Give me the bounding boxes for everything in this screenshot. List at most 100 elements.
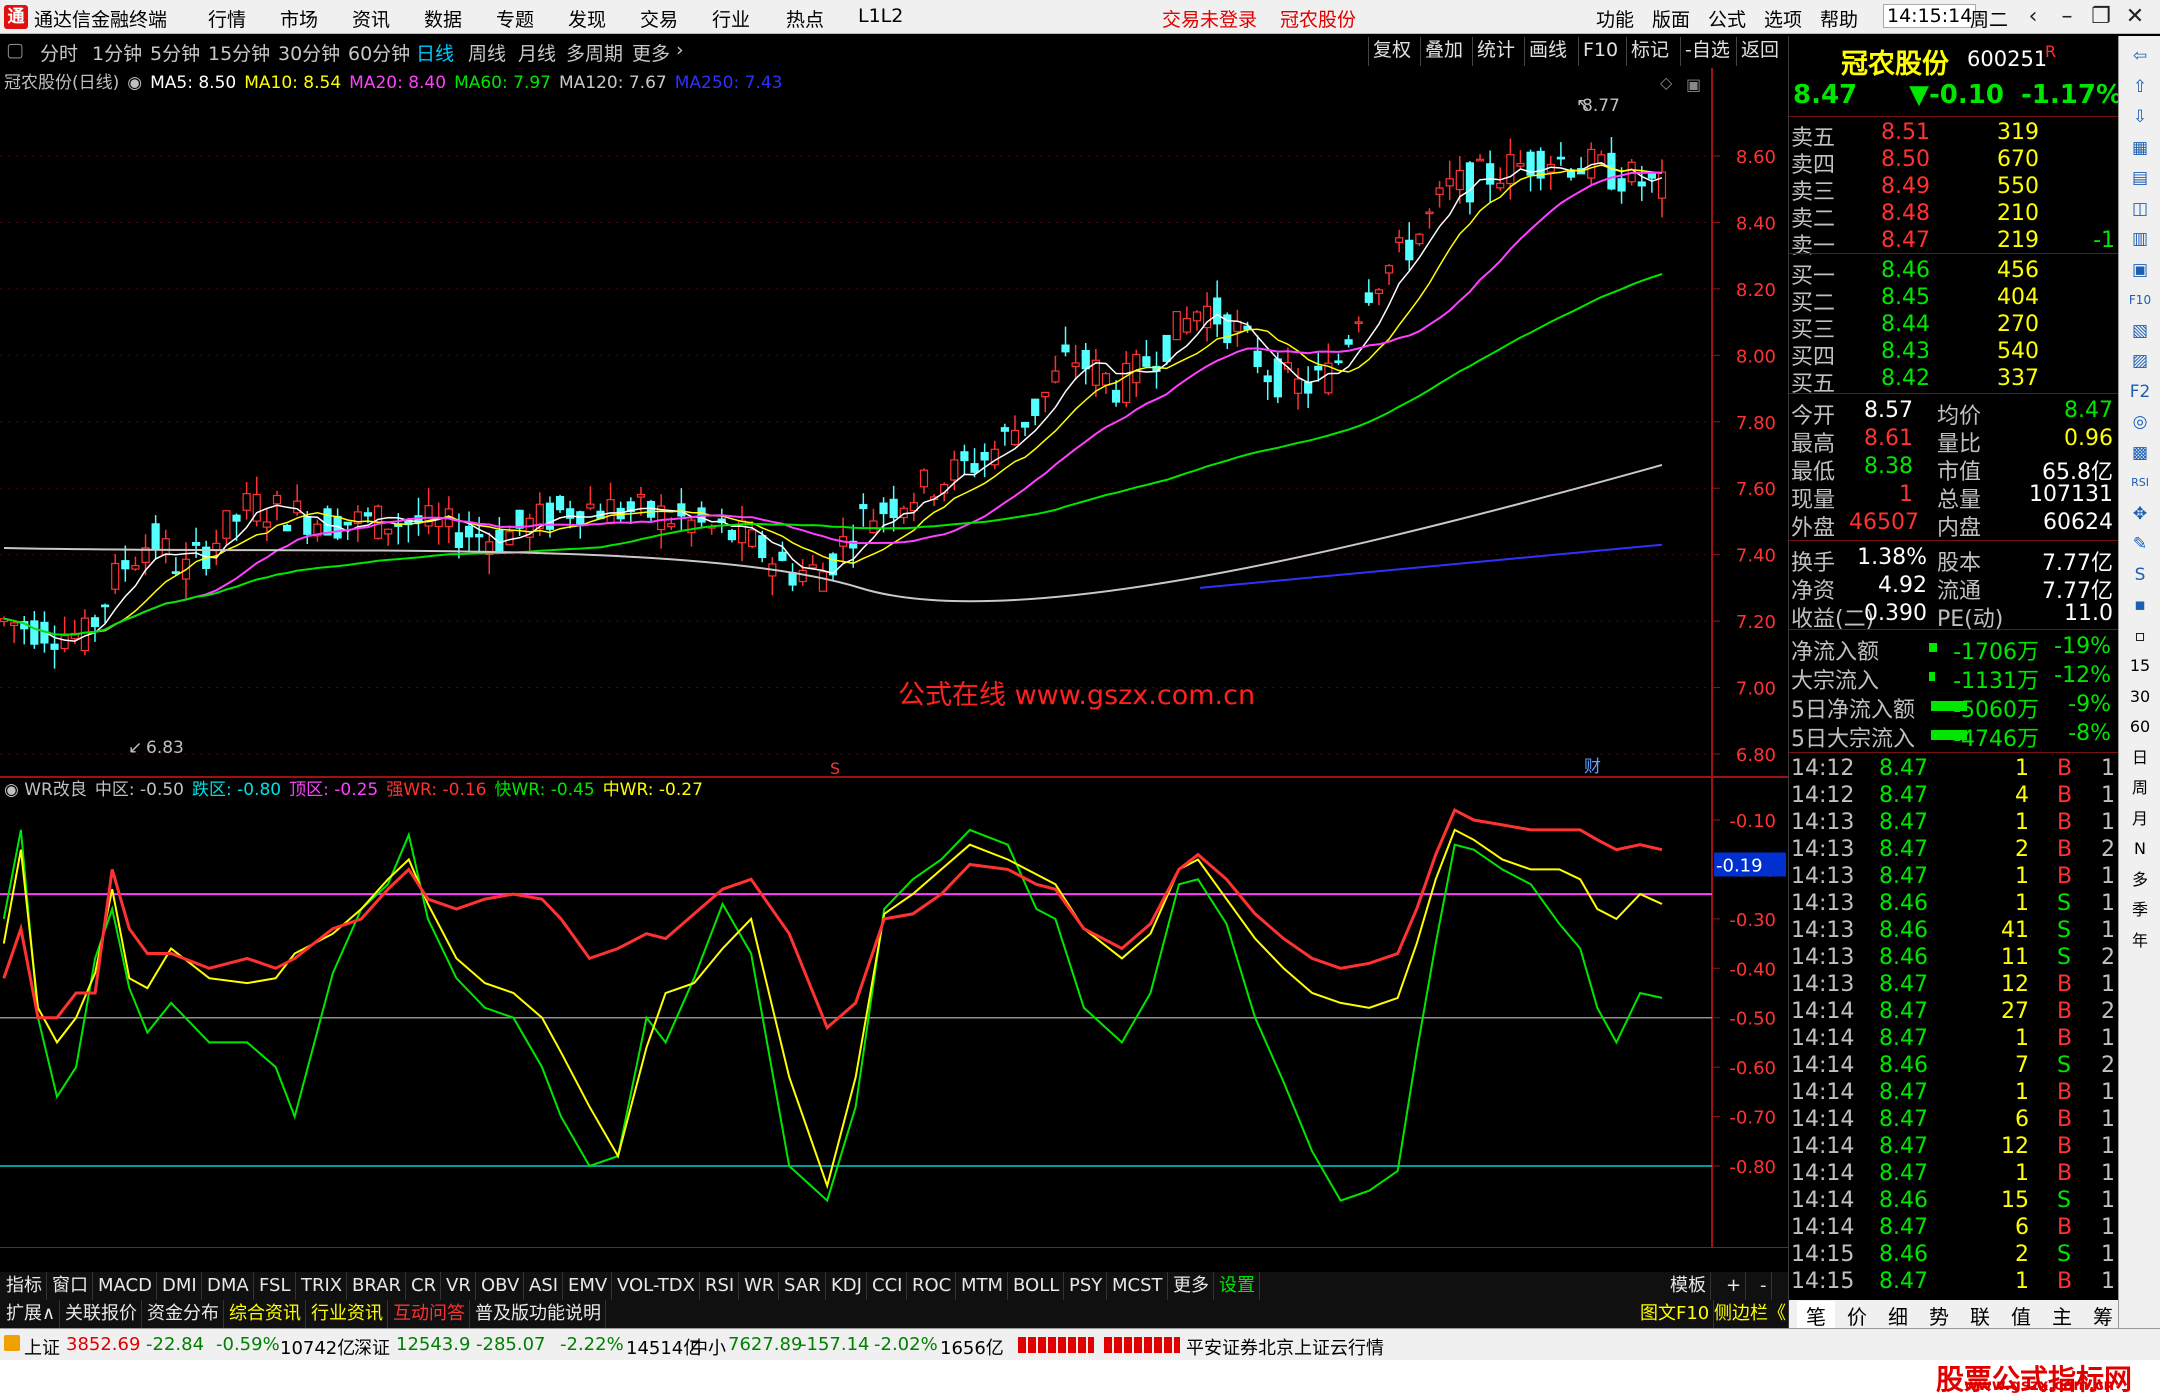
indicator-tab-8[interactable]: CR: [407, 1272, 442, 1300]
indicator-tab-13[interactable]: VOL-TDX: [613, 1272, 700, 1300]
sidebar-toggle-button[interactable]: 侧边栏《: [1710, 1300, 1791, 1328]
sidebar-icon-1[interactable]: ⇧: [2124, 71, 2156, 103]
f10-button[interactable]: 图文F10: [1636, 1300, 1715, 1328]
menu-5[interactable]: 发现: [568, 5, 606, 32]
indicator-tab-23[interactable]: MCST: [1108, 1272, 1168, 1300]
sz-index-name[interactable]: 深证: [354, 1334, 390, 1360]
menu-icon[interactable]: ▢: [6, 39, 24, 61]
indicator-tab-1[interactable]: 窗口: [48, 1272, 93, 1300]
sidebar-icon-11[interactable]: F2: [2124, 376, 2156, 408]
toolbar-btn-4[interactable]: F10: [1578, 37, 1622, 66]
sidebar-icon-20[interactable]: 15: [2124, 650, 2156, 682]
extension-tab-4[interactable]: 行业资讯: [307, 1300, 388, 1328]
sidebar-icon-25[interactable]: 月: [2124, 803, 2156, 835]
indicator-tab-11[interactable]: ASI: [525, 1272, 564, 1300]
indicator-tab-0[interactable]: 指标: [2, 1272, 47, 1300]
sidebar-icon-9[interactable]: ▧: [2124, 315, 2156, 347]
period-tab-9[interactable]: 多周期: [566, 39, 623, 66]
indicator-tab-22[interactable]: PSY: [1065, 1272, 1108, 1300]
period-tab-1[interactable]: 1分钟: [92, 39, 142, 66]
quote-tab-4[interactable]: 联: [1961, 1301, 1999, 1330]
sidebar-icon-14[interactable]: RSI: [2124, 467, 2156, 499]
sidebar-icon-18[interactable]: ▪: [2124, 589, 2156, 621]
sidebar-icon-10[interactable]: ▨: [2124, 345, 2156, 377]
sidebar-icon-19[interactable]: ▫: [2124, 620, 2156, 652]
indicator-tab-15[interactable]: WR: [740, 1272, 780, 1300]
menu-6[interactable]: 交易: [640, 5, 678, 32]
chart-settings-icon[interactable]: ◇: [1660, 73, 1673, 92]
right-menu-4[interactable]: 帮助: [1820, 5, 1858, 32]
sidebar-icon-23[interactable]: 日: [2124, 742, 2156, 774]
extension-tab-6[interactable]: 普及版功能说明: [471, 1300, 606, 1328]
toolbar-btn-7[interactable]: 返回: [1736, 37, 1783, 66]
toolbar-btn-0[interactable]: 复权: [1368, 37, 1415, 66]
indicator-tab-5[interactable]: FSL: [255, 1272, 296, 1300]
quote-tab-7[interactable]: 筹: [2084, 1301, 2122, 1330]
right-menu-3[interactable]: 选项: [1764, 5, 1802, 32]
extension-tab-0[interactable]: 扩展∧: [2, 1300, 61, 1328]
indicator-tab-9[interactable]: VR: [442, 1272, 476, 1300]
right-menu-2[interactable]: 公式: [1708, 5, 1746, 32]
indicator-tab-18[interactable]: CCI: [868, 1272, 908, 1300]
menu-8[interactable]: 热点: [786, 5, 824, 32]
back-icon[interactable]: ‹: [2016, 2, 2050, 32]
sidebar-icon-4[interactable]: ▤: [2124, 162, 2156, 194]
chart-svg[interactable]: 8.60 8.40 8.20 8.00 7.80 7.60 7.40 7.20 7.00 6.80…: [0, 68, 1788, 1269]
period-tab-8[interactable]: 月线: [518, 39, 556, 66]
menu-4[interactable]: 专题: [496, 5, 534, 32]
indicator-tab-12[interactable]: EMV: [564, 1272, 613, 1300]
extension-tab-2[interactable]: 资金分布: [143, 1300, 224, 1328]
sidebar-icon-13[interactable]: ▩: [2124, 437, 2156, 469]
indicator-tab-19[interactable]: ROC: [908, 1272, 957, 1300]
chart-close-icon[interactable]: ▣: [1686, 75, 1701, 94]
period-tab-10[interactable]: 更多: [632, 39, 670, 66]
extension-tab-5[interactable]: 互动问答: [389, 1300, 470, 1328]
extension-tab-1[interactable]: 关联报价: [61, 1300, 142, 1328]
restore-icon[interactable]: ❐: [2084, 2, 2118, 32]
menu-3[interactable]: 数据: [424, 5, 462, 32]
indicator-tab-24[interactable]: 更多: [1169, 1272, 1214, 1300]
sh-index-name[interactable]: 上证: [24, 1334, 60, 1360]
period-tab-4[interactable]: 30分钟: [278, 39, 340, 66]
period-tab-7[interactable]: 周线: [468, 39, 506, 66]
quote-tab-6[interactable]: 主: [2043, 1301, 2081, 1330]
quote-tab-0[interactable]: 笔: [1797, 1301, 1835, 1330]
menu-0[interactable]: 行情: [208, 5, 246, 32]
indicator-toggle-icon[interactable]: ◉: [4, 780, 24, 800]
template-btn-0[interactable]: 模板: [1666, 1272, 1711, 1300]
sidebar-icon-7[interactable]: ▣: [2124, 254, 2156, 286]
period-tab-5[interactable]: 60分钟: [348, 39, 410, 66]
sidebar-icon-8[interactable]: F10: [2124, 284, 2156, 316]
indicator-tab-6[interactable]: TRIX: [297, 1272, 348, 1300]
login-status[interactable]: 交易未登录: [1162, 5, 1257, 32]
minimize-icon[interactable]: –: [2050, 2, 2084, 32]
indicator-tab-2[interactable]: MACD: [94, 1272, 157, 1300]
toolbar-btn-1[interactable]: 叠加: [1420, 37, 1467, 66]
quote-tab-1[interactable]: 价: [1838, 1301, 1876, 1330]
sidebar-icon-0[interactable]: ⇦: [2124, 40, 2156, 72]
template-btn-1[interactable]: +: [1722, 1272, 1747, 1300]
quote-tab-5[interactable]: 值: [2002, 1301, 2040, 1330]
sidebar-icon-22[interactable]: 60: [2124, 711, 2156, 743]
stock-tab[interactable]: 冠农股份: [1280, 5, 1356, 32]
sidebar-icon-5[interactable]: ◫: [2124, 193, 2156, 225]
zx-index-name[interactable]: 中小: [690, 1334, 726, 1360]
sidebar-icon-27[interactable]: 多: [2124, 864, 2156, 896]
close-icon[interactable]: ✕: [2118, 2, 2152, 32]
indicator-tab-16[interactable]: SAR: [780, 1272, 826, 1300]
toolbar-btn-5[interactable]: 标记: [1626, 37, 1673, 66]
sidebar-icon-26[interactable]: N: [2124, 833, 2156, 865]
sidebar-icon-15[interactable]: ✥: [2124, 498, 2156, 530]
menu-9[interactable]: L1L2: [858, 5, 903, 27]
sidebar-icon-12[interactable]: ◎: [2124, 406, 2156, 438]
indicator-tab-17[interactable]: KDJ: [827, 1272, 867, 1300]
indicator-tab-7[interactable]: BRAR: [348, 1272, 406, 1300]
chart-panel[interactable]: 8.60 8.40 8.20 8.00 7.80 7.60 7.40 7.20 7.00 6.80…: [0, 68, 1788, 1269]
indicator-tab-4[interactable]: DMA: [203, 1272, 254, 1300]
menu-1[interactable]: 市场: [280, 5, 318, 32]
sidebar-icon-28[interactable]: 季: [2124, 894, 2156, 926]
chevron-right-icon[interactable]: ›: [676, 39, 684, 61]
toolbar-btn-2[interactable]: 统计: [1472, 37, 1519, 66]
indicator-tab-25[interactable]: 设置: [1215, 1272, 1260, 1300]
indicator-tab-14[interactable]: RSI: [701, 1272, 740, 1300]
